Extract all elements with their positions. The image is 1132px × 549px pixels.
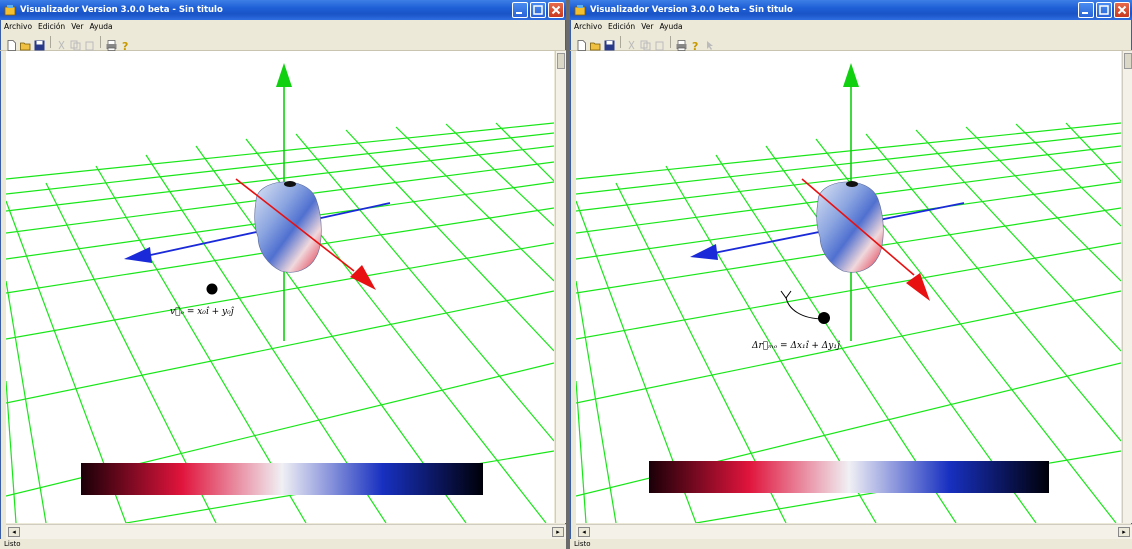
scroll-right-arrow[interactable]: ▸ xyxy=(1118,527,1130,537)
status-bar: Listo xyxy=(570,539,1132,549)
3d-viewport[interactable]: v⃗ₒ = x₀î + y₀ĵ xyxy=(6,51,554,523)
scroll-thumb[interactable] xyxy=(557,53,565,69)
toolbar-separator xyxy=(100,35,101,48)
menu-ver[interactable]: Ver xyxy=(641,22,653,31)
open-folder-icon[interactable] xyxy=(590,36,601,51)
y-axis-arrowhead xyxy=(843,63,859,87)
status-bar: Listo xyxy=(0,539,566,549)
help-icon[interactable]: ? xyxy=(690,36,701,53)
velocity-formula: v⃗ₒ = x₀î + y₀ĵ xyxy=(170,307,234,317)
paste-icon[interactable] xyxy=(84,36,95,51)
toolbar: ? xyxy=(0,33,566,53)
paste-icon[interactable] xyxy=(654,36,665,51)
svg-text:?: ? xyxy=(692,40,698,51)
color-scale-bar xyxy=(81,463,483,495)
y-axis-arrowhead xyxy=(276,63,292,87)
cut-icon[interactable] xyxy=(626,36,637,50)
trajectory-path xyxy=(780,290,825,320)
menu-ver[interactable]: Ver xyxy=(71,22,83,31)
close-button[interactable] xyxy=(1114,2,1130,18)
toolbar: ? xyxy=(570,33,1132,53)
toolbar-separator xyxy=(50,35,51,48)
minimize-button[interactable] xyxy=(1078,2,1094,18)
maximize-button[interactable] xyxy=(530,2,546,18)
toolbar-separator xyxy=(670,35,671,48)
close-button[interactable] xyxy=(548,2,564,18)
vertical-scrollbar[interactable] xyxy=(1122,51,1132,523)
save-icon[interactable] xyxy=(34,36,45,51)
new-file-icon[interactable] xyxy=(576,36,587,51)
print-icon[interactable] xyxy=(106,36,117,51)
window-title: Visualizador Version 3.0.0 beta - Sin ti… xyxy=(20,5,223,15)
scroll-right-arrow[interactable]: ▸ xyxy=(552,527,564,537)
vertical-scrollbar[interactable] xyxy=(555,51,566,523)
copy-icon[interactable] xyxy=(70,36,81,51)
menu-bar: Archivo Edición Ver Ayuda xyxy=(0,20,566,33)
menu-edicion[interactable]: Edición xyxy=(608,22,635,31)
scene-svg xyxy=(576,63,1121,523)
head-model xyxy=(816,181,884,273)
menu-ayuda[interactable]: Ayuda xyxy=(659,22,682,31)
help-icon[interactable]: ? xyxy=(120,36,131,53)
app-icon xyxy=(4,4,16,16)
particle-point xyxy=(206,283,218,295)
copy-icon[interactable] xyxy=(640,36,651,51)
horizontal-scrollbar[interactable]: ◂ ▸ xyxy=(6,524,566,539)
visualizer-window-left: Visualizador Version 3.0.0 beta - Sin ti… xyxy=(0,0,566,549)
maximize-button[interactable] xyxy=(1096,2,1112,18)
cut-icon[interactable] xyxy=(56,36,67,50)
title-bar[interactable]: Visualizador Version 3.0.0 beta - Sin ti… xyxy=(0,0,566,20)
menu-archivo[interactable]: Archivo xyxy=(4,22,32,31)
scroll-thumb[interactable] xyxy=(1124,53,1132,69)
menu-ayuda[interactable]: Ayuda xyxy=(89,22,112,31)
z-axis-arrowhead xyxy=(124,247,152,263)
app-icon xyxy=(574,4,586,16)
menu-bar: Archivo Edición Ver Ayuda xyxy=(570,20,1132,33)
minimize-button[interactable] xyxy=(512,2,528,18)
scroll-left-arrow[interactable]: ◂ xyxy=(578,527,590,537)
x-axis-arrowhead xyxy=(350,265,376,290)
svg-text:?: ? xyxy=(122,40,128,51)
displacement-formula: Δr⃗ₘₒ = Δx₁î + Δy₁ĵ xyxy=(752,341,840,351)
color-scale-bar xyxy=(649,461,1049,493)
scene-svg xyxy=(6,63,554,523)
save-icon[interactable] xyxy=(604,36,615,51)
pointer-icon[interactable] xyxy=(704,36,715,50)
z-axis-arrowhead xyxy=(690,244,718,260)
head-model xyxy=(254,181,322,273)
toolbar-separator xyxy=(620,35,621,48)
head-top-hole xyxy=(284,181,296,187)
scroll-left-arrow[interactable]: ◂ xyxy=(8,527,20,537)
window-title: Visualizador Version 3.0.0 beta - Sin ti… xyxy=(590,5,793,15)
menu-archivo[interactable]: Archivo xyxy=(574,22,602,31)
new-file-icon[interactable] xyxy=(6,36,17,51)
menu-edicion[interactable]: Edición xyxy=(38,22,65,31)
open-folder-icon[interactable] xyxy=(20,36,31,51)
particle-point xyxy=(818,312,830,324)
title-bar[interactable]: Visualizador Version 3.0.0 beta - Sin ti… xyxy=(570,0,1132,20)
print-icon[interactable] xyxy=(676,36,687,51)
3d-viewport[interactable]: Δr⃗ₘₒ = Δx₁î + Δy₁ĵ xyxy=(576,51,1121,523)
head-top-hole xyxy=(846,181,858,187)
visualizer-window-right: Visualizador Version 3.0.0 beta - Sin ti… xyxy=(570,0,1132,549)
horizontal-scrollbar[interactable]: ◂ ▸ xyxy=(576,524,1132,539)
